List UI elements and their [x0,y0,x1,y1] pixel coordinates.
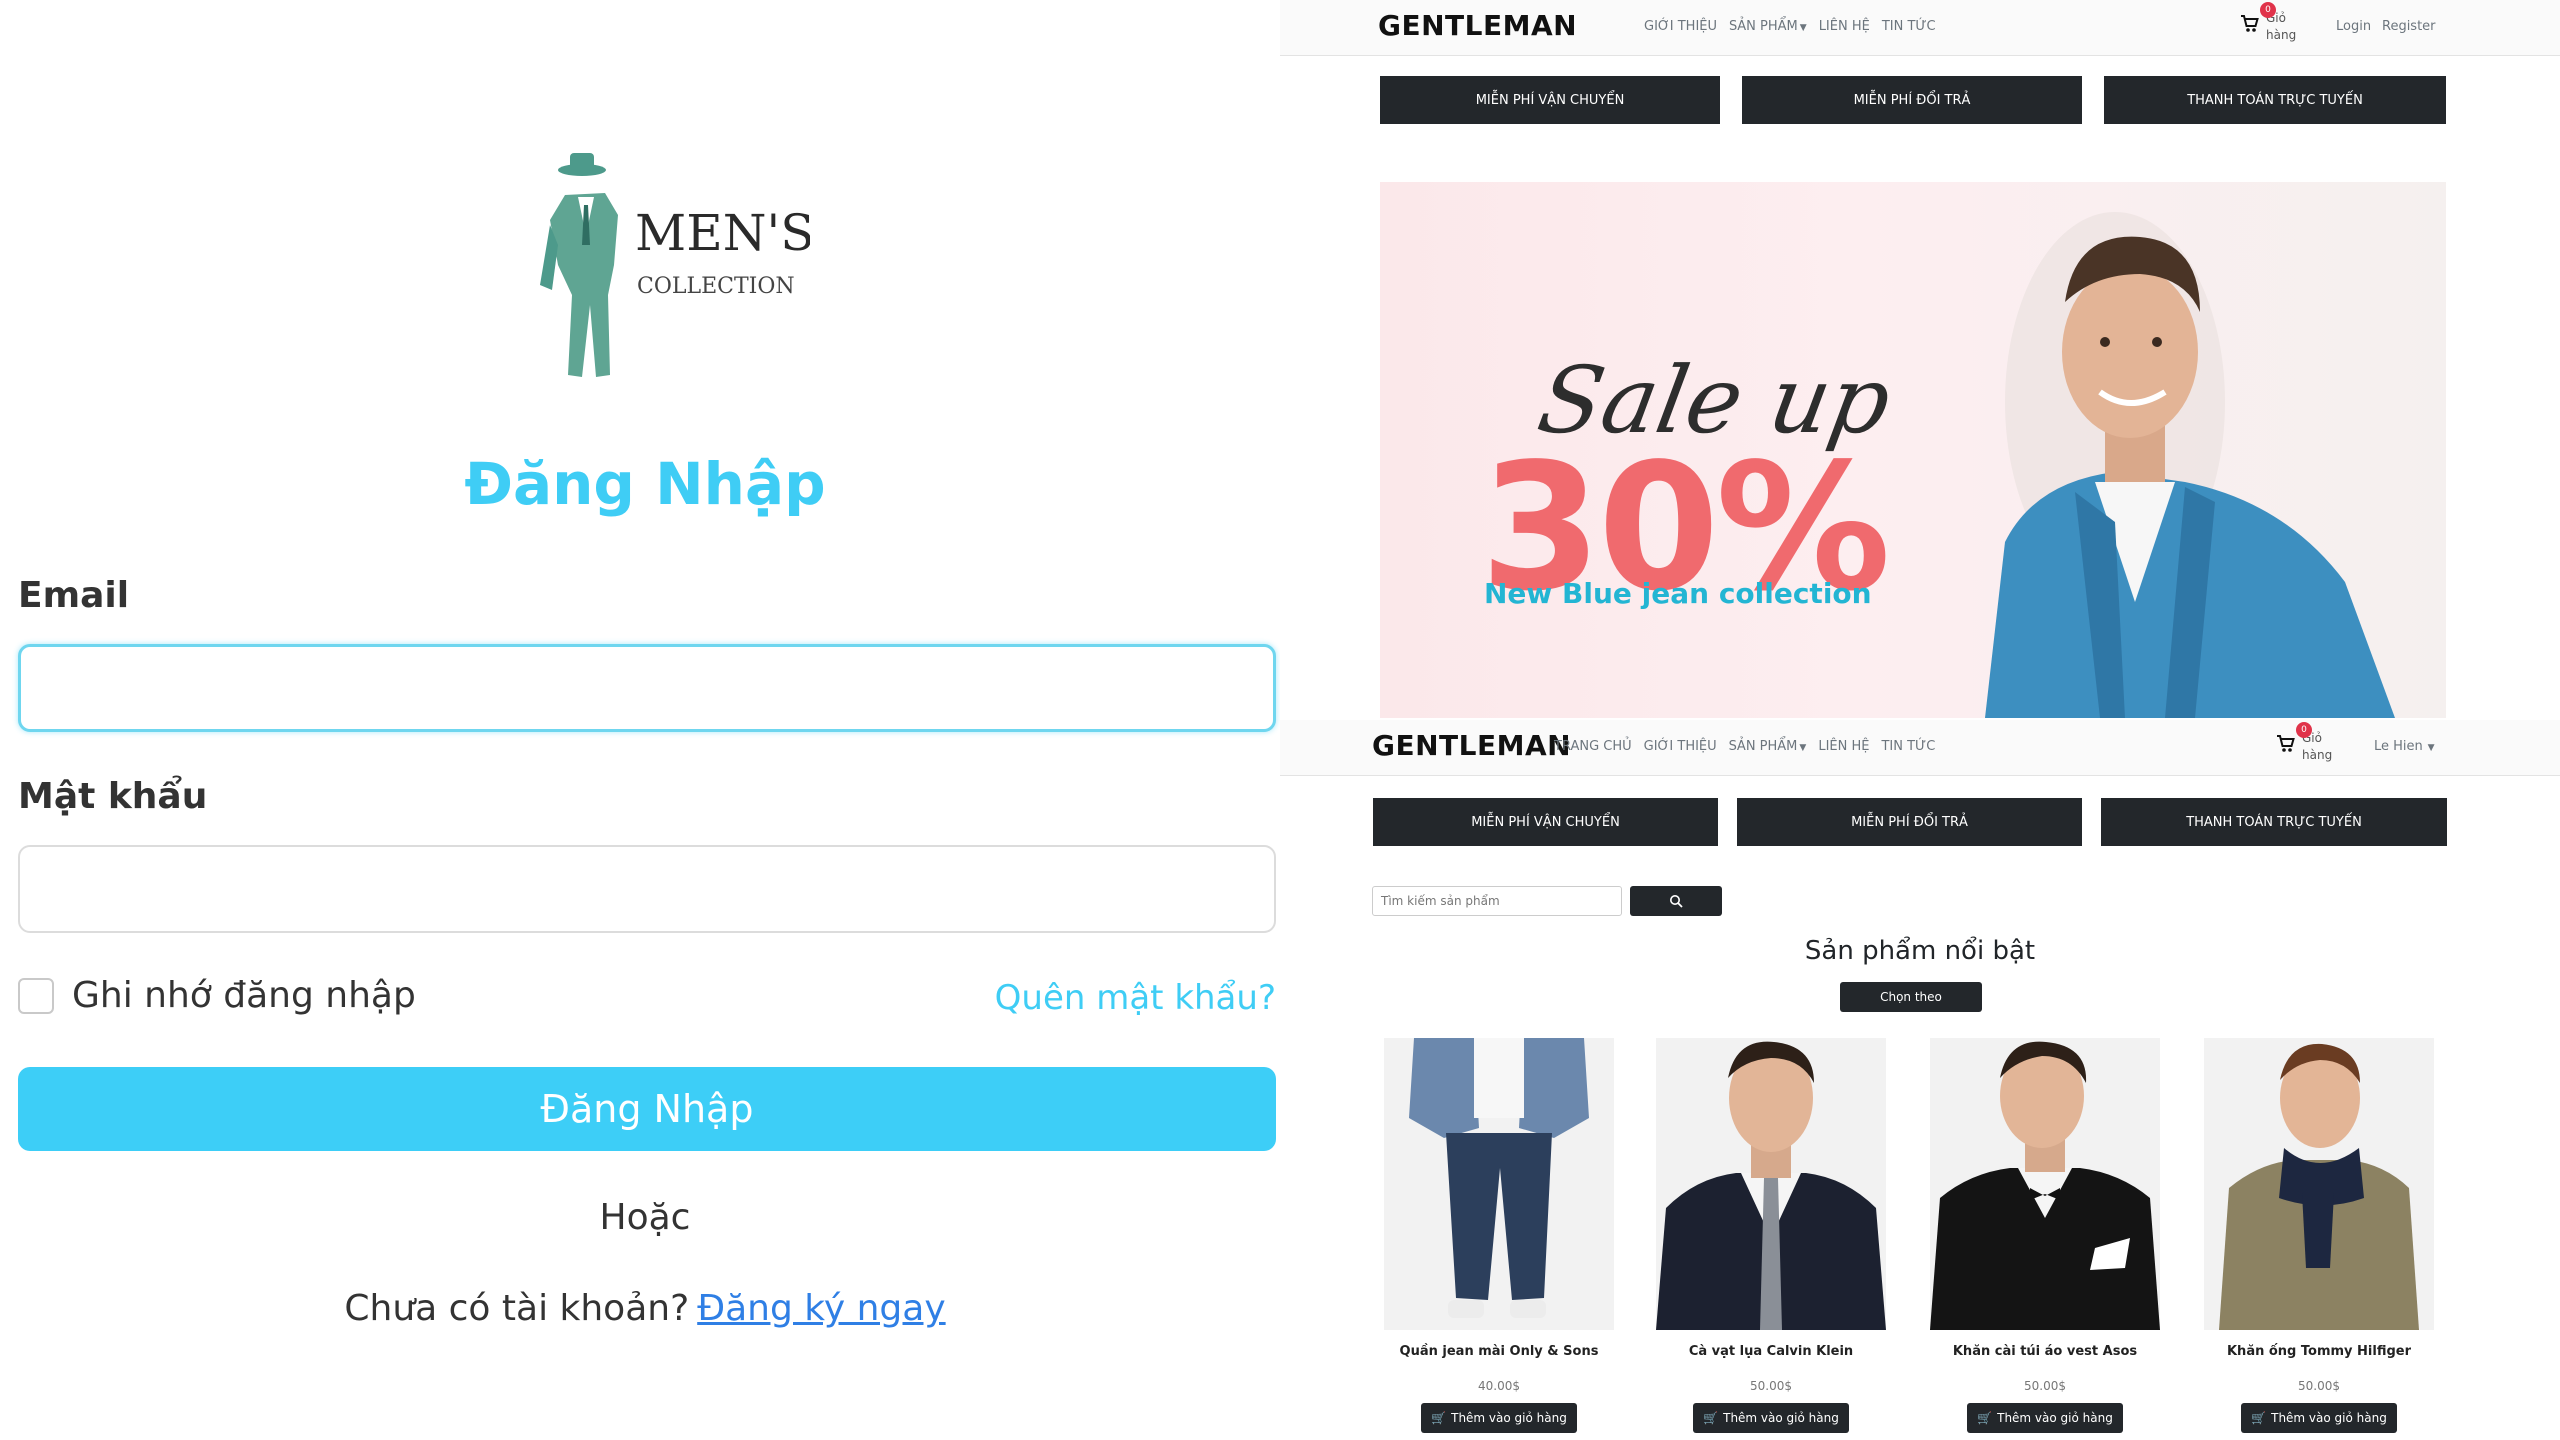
product-card[interactable]: Quần jean mài Only & Sons 40.00$ 🛒 Thêm v… [1384,1038,1614,1433]
login-button[interactable]: Đăng Nhập [18,1067,1276,1151]
remember-me[interactable]: Ghi nhớ đăng nhập [18,975,416,1016]
product-image[interactable] [1384,1038,1614,1330]
cart-icon: 🛒 [1977,1411,1993,1425]
email-field[interactable] [18,644,1276,732]
nav-about[interactable]: GIỚI THIỆU [1644,19,1717,34]
nav-contact[interactable]: LIÊN HỆ [1819,19,1870,34]
login-link[interactable]: Login [2336,19,2371,34]
svg-text:COLLECTION: COLLECTION [637,274,795,299]
nav-contact[interactable]: LIÊN HỆ [1818,739,1869,754]
product-price: 40.00$ [1478,1379,1520,1393]
remember-label: Ghi nhớ đăng nhập [72,975,416,1016]
promo-online-payment: THANH TOÁN TRỰC TUYẾN [2104,76,2446,124]
promo-free-shipping: MIỄN PHÍ VẬN CHUYỂN [1380,76,1720,124]
navbar: GENTLEMAN TRANG CHỦ GIỚI THIỆU SẢN PHẨM ▼… [1280,720,2560,776]
promo-free-returns: MIỄN PHÍ ĐỔI TRẢ [1742,76,2082,124]
product-price: 50.00$ [2298,1379,2340,1393]
forgot-password-link[interactable]: Quên mật khẩu? [995,978,1276,1018]
featured-products-title: Sản phẩm nổi bật [1804,936,2036,966]
mens-collection-logo: MEN'S COLLECTION [510,145,814,395]
promo-free-shipping: MIỄN PHÍ VẬN CHUYỂN [1373,798,1718,846]
banner-model-image [1985,212,2395,718]
search-input[interactable]: Tìm kiếm sản phẩm [1372,886,1622,916]
register-link[interactable]: Đăng ký ngay [697,1288,945,1329]
nav-products[interactable]: SẢN PHẨM ▼ [1729,19,1807,34]
product-card[interactable]: Khăn ống Tommy Hilfiger 50.00$ 🛒 Thêm vào… [2204,1038,2434,1433]
cart-icon: 🛒 [2251,1411,2267,1425]
product-price: 50.00$ [2024,1379,2066,1393]
password-label: Mật khẩu [18,776,208,817]
register-link[interactable]: Register [2382,19,2436,34]
svg-text:MEN'S: MEN'S [635,204,810,262]
nav-news[interactable]: TIN TỨC [1881,739,1935,754]
add-to-cart-button[interactable]: 🛒 Thêm vào giỏ hàng [1693,1403,1849,1433]
chevron-down-icon: ▼ [1799,743,1807,753]
email-label: Email [18,575,130,616]
nav-home[interactable]: TRANG CHỦ [1554,739,1632,754]
login-panel: MEN'S COLLECTION Đăng Nhập Email Mật khẩ… [0,0,1280,1440]
add-to-cart-button[interactable]: 🛒 Thêm vào giỏ hàng [1967,1403,2123,1433]
login-title: Đăng Nhập [464,450,826,518]
nav-about[interactable]: GIỚI THIỆU [1644,739,1717,754]
product-image[interactable] [1656,1038,1886,1330]
nav-products[interactable]: SẢN PHẨM ▼ [1729,739,1807,754]
signup-prompt: Chưa có tài khoản? Đăng ký ngay [0,1288,1290,1329]
banner-subtitle: New Blue jean collection [1484,577,1872,610]
sale-banner[interactable]: Sale up 30% New Blue jean collection [1380,182,2446,718]
product-image[interactable] [2204,1038,2434,1330]
promo-free-returns: MIỄN PHÍ ĐỔI TRẢ [1737,798,2082,846]
cart-icon [2277,735,2295,752]
cart-link[interactable]: 0 Giỏ hàng [2240,2,2296,44]
or-divider-text: Hoặc [599,1197,691,1238]
product-image[interactable] [1930,1038,2160,1330]
cart-count-badge: 0 [2296,722,2312,738]
remember-checkbox[interactable] [18,977,54,1014]
product-card[interactable]: Cà vạt lụa Calvin Klein 50.00$ 🛒 Thêm vào… [1656,1038,1886,1433]
sort-dropdown-button[interactable]: Chọn theo [1840,982,1982,1012]
cart-icon: 🛒 [1703,1411,1719,1425]
search-button[interactable] [1630,886,1722,916]
cart-count-badge: 0 [2260,2,2276,18]
promo-online-payment: THANH TOÁN TRỰC TUYẾN [2101,798,2447,846]
product-name[interactable]: Khăn cài túi áo vest Asos [1930,1344,2160,1359]
chevron-down-icon: ▼ [2424,743,2435,753]
add-to-cart-button[interactable]: 🛒 Thêm vào giỏ hàng [2241,1403,2397,1433]
password-field[interactable] [18,845,1276,933]
cart-icon [2241,15,2259,32]
nav-links: GIỚI THIỆU SẢN PHẨM ▼ LIÊN HỆ TIN TỨC [1644,19,1936,34]
chevron-down-icon: ▼ [1799,23,1807,33]
cart-icon: 🛒 [1431,1411,1447,1425]
cart-link[interactable]: 0 Giỏ hàng [2276,722,2332,764]
user-menu[interactable]: Le Hien ▼ [2374,739,2435,754]
product-price: 50.00$ [1750,1379,1792,1393]
product-name[interactable]: Cà vạt lụa Calvin Klein [1656,1344,1886,1359]
product-card[interactable]: Khăn cài túi áo vest Asos 50.00$ 🛒 Thêm v… [1930,1038,2160,1433]
shop-home-guest: GENTLEMAN GIỚI THIỆU SẢN PHẨM ▼ LIÊN HỆ T… [1280,0,2560,718]
no-account-text: Chưa có tài khoản? [344,1288,690,1329]
brand-logo[interactable]: GENTLEMAN [1372,729,1571,762]
nav-links: TRANG CHỦ GIỚI THIỆU SẢN PHẨM ▼ LIÊN HỆ T… [1554,739,1935,754]
navbar: GENTLEMAN GIỚI THIỆU SẢN PHẨM ▼ LIÊN HỆ T… [1280,0,2560,56]
brand-logo[interactable]: GENTLEMAN [1378,9,1577,42]
product-name[interactable]: Khăn ống Tommy Hilfiger [2204,1344,2434,1359]
shop-home-logged-in: GENTLEMAN TRANG CHỦ GIỚI THIỆU SẢN PHẨM ▼… [1280,718,2560,1440]
product-name[interactable]: Quần jean mài Only & Sons [1384,1344,1614,1359]
nav-news[interactable]: TIN TỨC [1882,19,1936,34]
add-to-cart-button[interactable]: 🛒 Thêm vào giỏ hàng [1421,1403,1577,1433]
search-icon [1670,895,1683,908]
